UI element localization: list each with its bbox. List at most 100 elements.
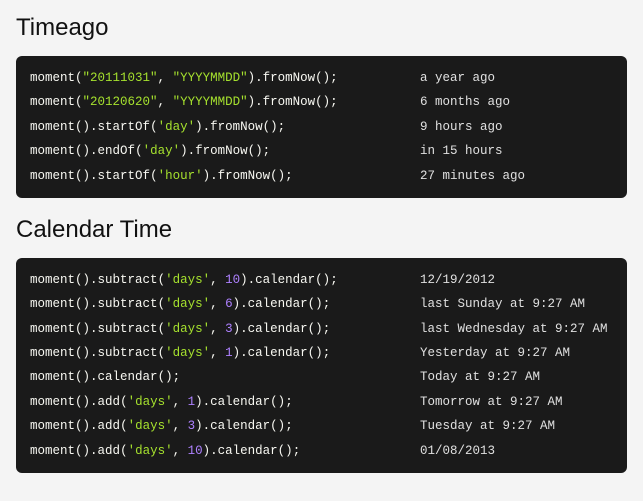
- code-result: Tuesday at 9:27 AM: [420, 414, 555, 438]
- code-token-dot: .: [90, 120, 98, 134]
- code-token-fn: add: [98, 395, 121, 409]
- code-token-fn: subtract: [98, 297, 158, 311]
- code-token-punc: ,: [210, 273, 225, 287]
- code-token-fn: moment: [30, 144, 75, 158]
- code-token-num: 3: [188, 419, 196, 433]
- code-token-paren: ): [233, 322, 241, 336]
- code-token-fn: subtract: [98, 273, 158, 287]
- code-token-dot: .: [90, 395, 98, 409]
- code-token-paren: (: [158, 273, 166, 287]
- code-token-paren: (): [270, 419, 285, 433]
- code-token-fn: fromNow: [210, 120, 263, 134]
- code-result: 27 minutes ago: [420, 164, 525, 188]
- code-token-punc: ;: [285, 419, 293, 433]
- code-token-paren: ): [180, 144, 188, 158]
- code-expression: moment().subtract('days', 1).calendar();: [30, 341, 420, 365]
- code-token-str: 'day': [143, 144, 181, 158]
- code-token-fn: calendar: [210, 395, 270, 409]
- code-token-dot: .: [203, 120, 211, 134]
- code-token-paren: (: [158, 297, 166, 311]
- code-token-paren: (: [135, 144, 143, 158]
- code-token-fn: startOf: [98, 169, 151, 183]
- code-token-paren: (): [308, 346, 323, 360]
- code-token-num: 1: [188, 395, 196, 409]
- code-token-punc: ,: [173, 444, 188, 458]
- code-token-fn: moment: [30, 297, 75, 311]
- code-token-paren: (): [248, 144, 263, 158]
- code-token-fn: moment: [30, 95, 75, 109]
- code-row: moment().subtract('days', 3).calendar();…: [16, 317, 627, 341]
- code-token-fn: calendar: [248, 322, 308, 336]
- code-token-paren: ): [195, 419, 203, 433]
- code-token-paren: (): [75, 419, 90, 433]
- code-token-paren: (): [75, 144, 90, 158]
- code-token-fn: calendar: [255, 273, 315, 287]
- code-expression: moment().calendar();: [30, 365, 420, 389]
- code-token-str: "20111031": [83, 71, 158, 85]
- code-token-punc: ;: [323, 346, 331, 360]
- code-token-paren: (): [75, 273, 90, 287]
- code-token-paren: (: [158, 346, 166, 360]
- code-token-paren: ): [233, 297, 241, 311]
- code-token-dot: .: [210, 169, 218, 183]
- code-expression: moment().startOf('day').fromNow();: [30, 115, 420, 139]
- code-expression: moment().add('days', 1).calendar();: [30, 390, 420, 414]
- code-token-dot: .: [90, 419, 98, 433]
- code-token-fn: fromNow: [195, 144, 248, 158]
- code-token-str: 'days': [128, 419, 173, 433]
- code-expression: moment().startOf('hour').fromNow();: [30, 164, 420, 188]
- code-token-num: 1: [225, 346, 233, 360]
- code-token-dot: .: [240, 297, 248, 311]
- code-token-str: 'days': [165, 297, 210, 311]
- code-token-punc: ,: [158, 71, 173, 85]
- code-token-paren: (): [308, 322, 323, 336]
- code-token-fn: moment: [30, 71, 75, 85]
- code-token-paren: (: [120, 444, 128, 458]
- code-token-paren: ): [195, 395, 203, 409]
- code-token-dot: .: [210, 444, 218, 458]
- code-token-paren: ): [248, 71, 256, 85]
- code-token-fn: moment: [30, 346, 75, 360]
- code-token-dot: .: [188, 144, 196, 158]
- code-token-punc: ;: [323, 297, 331, 311]
- code-result: 12/19/2012: [420, 268, 495, 292]
- code-token-punc: ;: [263, 144, 271, 158]
- code-token-fn: endOf: [98, 144, 136, 158]
- section-heading: Timeago: [16, 14, 627, 42]
- code-token-paren: (: [75, 95, 83, 109]
- code-token-str: "YYYYMMDD": [173, 95, 248, 109]
- code-token-dot: .: [90, 273, 98, 287]
- code-result: in 15 hours: [420, 139, 503, 163]
- code-token-fn: calendar: [218, 444, 278, 458]
- code-token-dot: .: [90, 144, 98, 158]
- code-token-paren: (): [75, 444, 90, 458]
- code-token-fn: calendar: [248, 346, 308, 360]
- code-token-paren: (): [75, 297, 90, 311]
- code-token-paren: (): [270, 169, 285, 183]
- code-token-fn: moment: [30, 370, 75, 384]
- code-token-punc: ,: [210, 297, 225, 311]
- code-token-paren: (: [158, 322, 166, 336]
- section-heading: Calendar Time: [16, 216, 627, 244]
- code-token-paren: ): [248, 95, 256, 109]
- code-token-paren: ): [195, 120, 203, 134]
- code-row: moment().subtract('days', 6).calendar();…: [16, 292, 627, 316]
- code-token-paren: (): [270, 395, 285, 409]
- code-token-dot: .: [240, 346, 248, 360]
- code-token-paren: (: [120, 395, 128, 409]
- code-row: moment("20111031", "YYYYMMDD").fromNow()…: [16, 66, 627, 90]
- code-token-punc: ;: [330, 273, 338, 287]
- code-token-punc: ;: [293, 444, 301, 458]
- code-token-paren: ): [233, 346, 241, 360]
- code-result: a year ago: [420, 66, 495, 90]
- code-token-paren: (: [150, 120, 158, 134]
- code-token-punc: ;: [285, 169, 293, 183]
- code-token-fn: subtract: [98, 322, 158, 336]
- code-token-punc: ,: [158, 95, 173, 109]
- code-token-paren: (): [75, 370, 90, 384]
- code-token-fn: startOf: [98, 120, 151, 134]
- code-token-fn: moment: [30, 273, 75, 287]
- code-token-paren: (: [120, 419, 128, 433]
- code-token-punc: ;: [285, 395, 293, 409]
- code-token-str: 'hour': [158, 169, 203, 183]
